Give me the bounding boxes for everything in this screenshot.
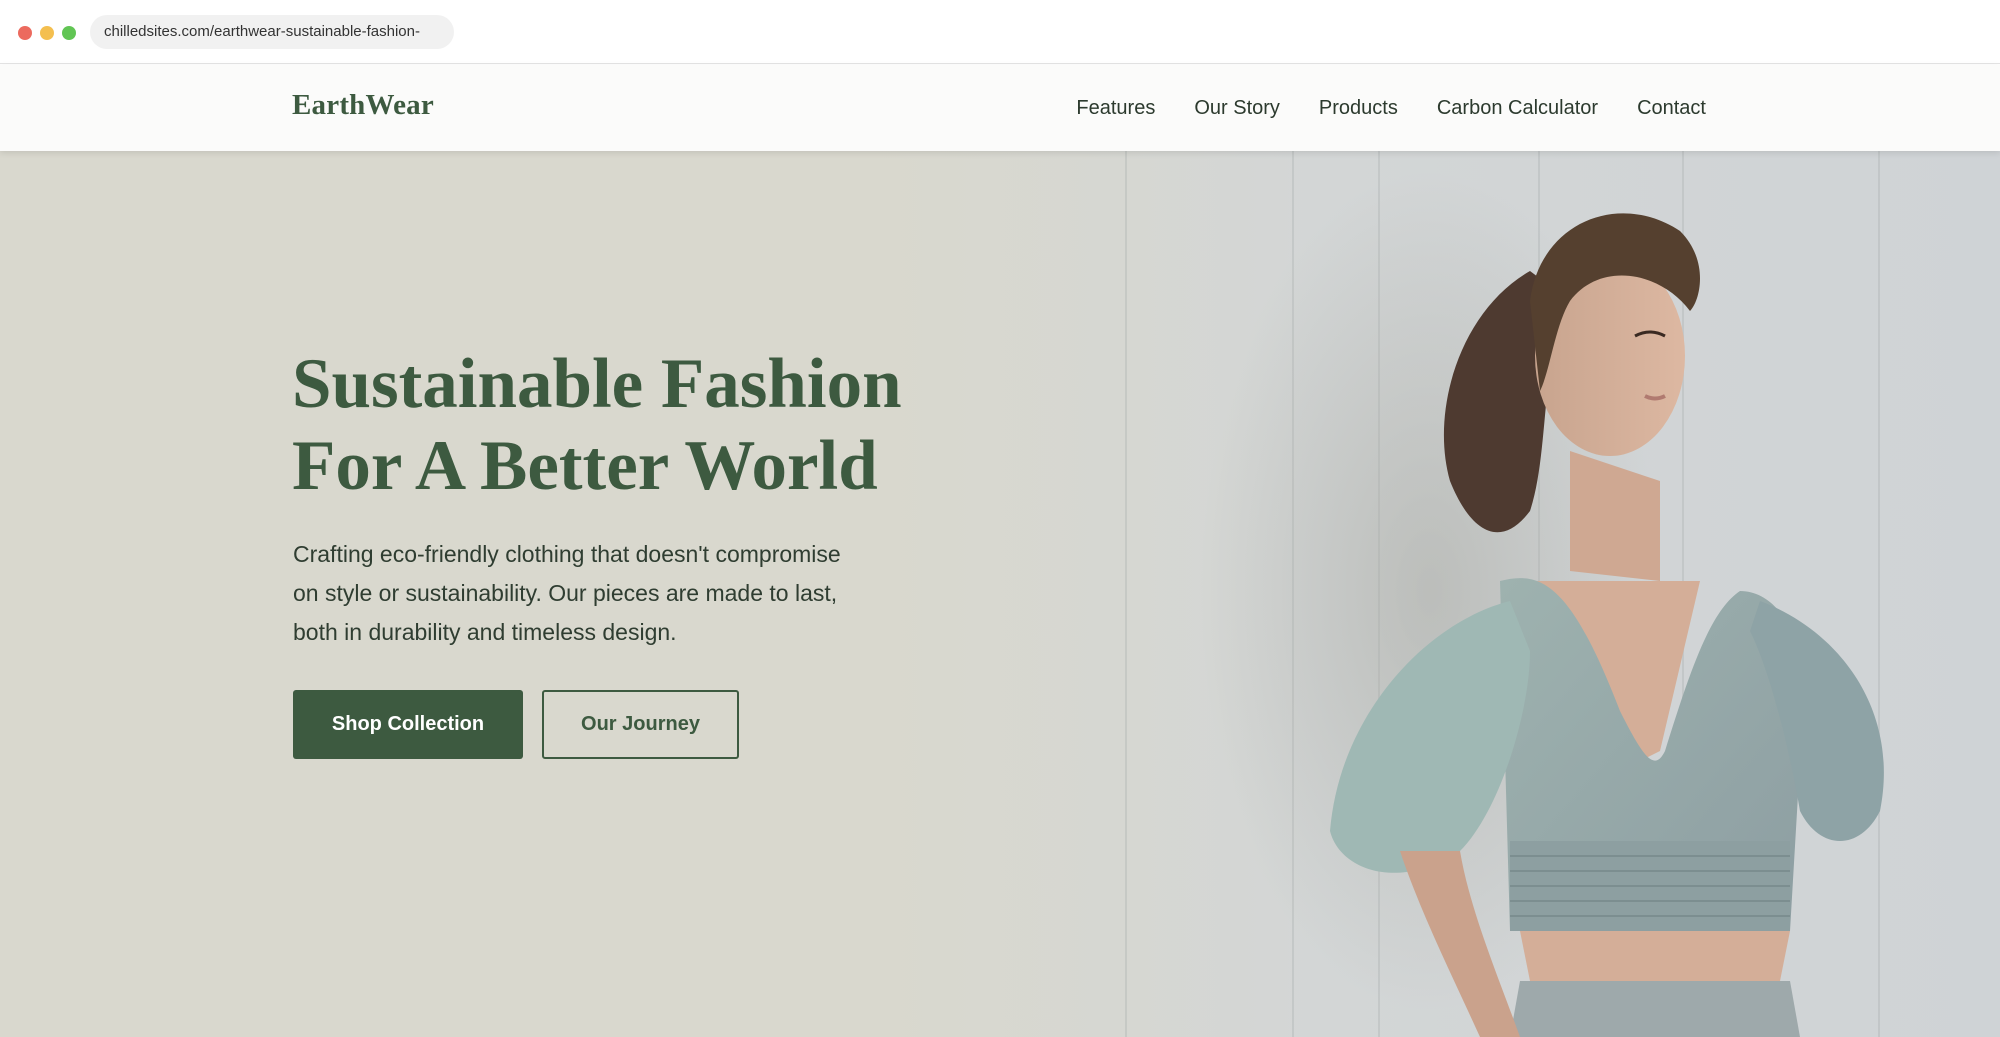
nav-link-features[interactable]: Features (1076, 97, 1155, 120)
hero-title-line: Sustainable Fashion (292, 345, 902, 423)
hero-description-line: both in durability and timeless design. (293, 619, 677, 645)
nav-link-our-story[interactable]: Our Story (1194, 97, 1280, 120)
address-bar[interactable]: chilledsites.com/earthwear-sustainable-f… (90, 15, 454, 49)
browser-toolbar: chilledsites.com/earthwear-sustainable-f… (0, 0, 2000, 64)
our-journey-button[interactable]: Our Journey (542, 690, 739, 759)
nav-link-carbon-calculator[interactable]: Carbon Calculator (1437, 97, 1598, 120)
hero-description: Crafting eco-friendly clothing that does… (293, 535, 893, 652)
hero-title-line: For A Better World (292, 427, 878, 505)
maximize-window-button[interactable] (62, 26, 76, 40)
minimize-window-button[interactable] (40, 26, 54, 40)
hero-model-photo (1200, 171, 1884, 1037)
site-header: EarthWear Features Our Story Products Ca… (0, 65, 2000, 151)
nav-link-contact[interactable]: Contact (1637, 97, 1706, 120)
shop-collection-button[interactable]: Shop Collection (293, 690, 523, 759)
main-navigation: Features Our Story Products Carbon Calcu… (1076, 97, 1706, 120)
hero-description-line: on style or sustainability. Our pieces a… (293, 580, 838, 606)
close-window-button[interactable] (18, 26, 32, 40)
hero-title: Sustainable Fashion For A Better World (292, 343, 992, 507)
hero-section: Sustainable Fashion For A Better World C… (0, 151, 2000, 1037)
hero-description-line: Crafting eco-friendly clothing that does… (293, 541, 841, 567)
nav-link-products[interactable]: Products (1319, 97, 1398, 120)
site-logo[interactable]: EarthWear (292, 89, 434, 122)
